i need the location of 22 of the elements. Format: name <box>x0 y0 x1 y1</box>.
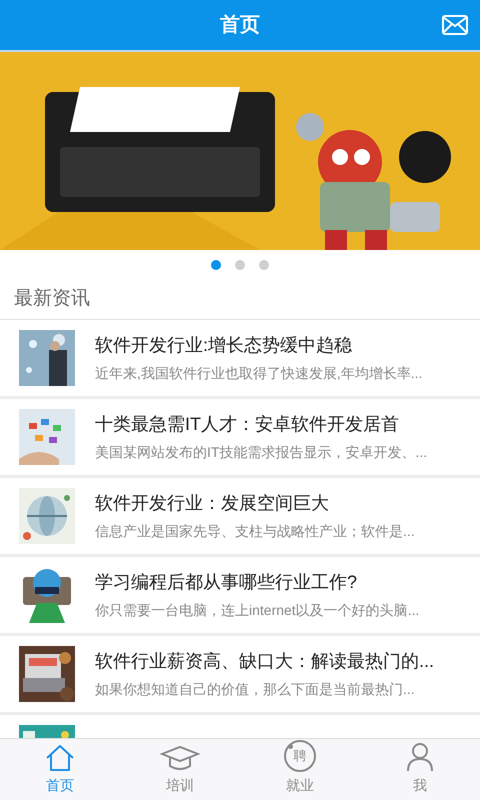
news-summary: 近年来,我国软件行业也取得了快速发展,年均增长率... <box>95 364 422 383</box>
news-title: 软件开发行业:增长态势缓中趋稳 <box>95 334 354 357</box>
news-item[interactable]: 学习编程后都从事哪些行业工作? 你只需要一台电脑，连上internet以及一个好的头脑... <box>0 557 480 636</box>
news-title: 软件开发行业：发展空间巨大 <box>95 492 330 515</box>
news-title: 软件行业薪资高、缺口大：解读最热门的... <box>95 650 434 673</box>
page-title: 首页 <box>220 13 260 38</box>
graduation-cap-icon <box>160 744 200 772</box>
person-icon <box>406 742 434 772</box>
mail-icon[interactable] <box>442 15 468 35</box>
news-item[interactable]: 软件开发行业:增长态势缓中趋稳 近年来,我国软件行业也取得了快速发展,年均增长率... <box>0 320 480 399</box>
news-summary: 美国某网站发布的IT技能需求报告显示，安卓开发、... <box>95 443 428 462</box>
news-summary: 如果你想知道自己的价值，那么下面是当前最热门... <box>95 680 416 699</box>
news-summary: 信息产业是国家先导、支柱与战略性产业；软件是... <box>95 522 415 541</box>
news-title: 十类最急需IT人才：安卓软件开发居首 <box>95 413 400 436</box>
news-item[interactable]: 软件开发行业：发展空间巨大 信息产业是国家先导、支柱与战略性产业；软件是... <box>0 478 480 557</box>
house-icon <box>44 744 76 772</box>
hiring-badge-icon: 聘 <box>284 740 316 772</box>
section-title: 最新资讯 <box>14 287 90 312</box>
news-item[interactable]: 十类最急需IT人才：安卓软件开发居首 美国某网站发布的IT技能需求报告显示，安卓开发、... <box>0 399 480 478</box>
news-title: 学习编程后都从事哪些行业工作? <box>95 571 358 594</box>
news-item[interactable]: 软件行业薪资高、缺口大：解读最热门的... 如果你想知道自己的价值，那么下面是当前最热门... <box>0 636 480 715</box>
news-summary: 你只需要一台电脑，连上internet以及一个好的头脑... <box>95 601 420 620</box>
